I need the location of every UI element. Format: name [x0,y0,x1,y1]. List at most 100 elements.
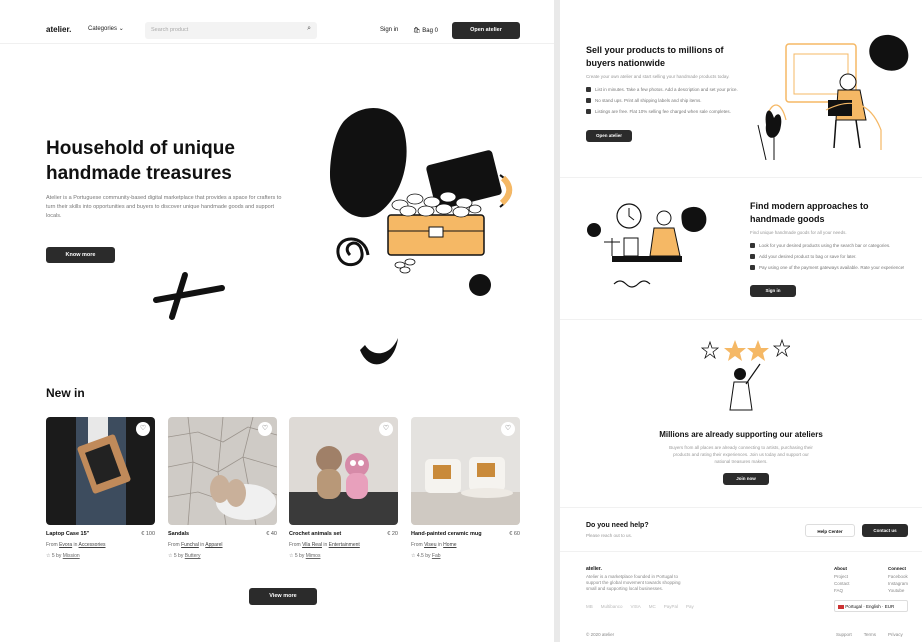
help-title: Do you need help? [586,522,649,529]
payment-methods: MB Multibanco VISA MC PayPal Pay [586,604,694,609]
favorite-heart-icon[interactable]: ♡ [136,422,150,436]
join-now-button[interactable]: Join now [723,473,769,485]
sell-subtitle: Create your own atelier and start sellin… [586,74,730,79]
product-rating: ☆ 5 by Mimos [289,553,321,559]
sell-section: Sell your products to millions of buyers … [560,0,922,178]
new-in-title: New in [46,386,85,400]
shop-link[interactable]: Evora [59,542,72,548]
footer-link[interactable]: Facebook [888,574,908,579]
product-origin: From Funchal in Apparel [168,542,223,548]
footer-logo[interactable]: atelier. [586,566,602,572]
footer-link[interactable]: Project [834,574,850,579]
column-title: Connect [888,566,906,571]
product-name[interactable]: Hand-painted ceramic mug [411,531,482,537]
product-name[interactable]: Laptop Case 15" [46,531,89,537]
search-input[interactable]: Search product ⌕ [145,22,317,39]
view-more-button[interactable]: View more [249,588,317,605]
sign-in-link[interactable]: Sign in [380,27,398,33]
product-card[interactable]: ♡ Sandals € 40 From Funchal in Apparel ☆… [168,417,277,559]
product-price: € 40 [266,531,277,537]
star-icon: ☆ [168,553,173,559]
categories-dropdown[interactable]: Categories ⌄ [88,25,124,32]
product-rating: ☆ 5 by Mission [46,553,80,559]
product-image[interactable]: ♡ [289,417,398,525]
checkbox-icon [750,243,755,248]
bag-link[interactable]: 🛍 Bag 0 [413,27,438,34]
list-item: Listings are free. Flat 10% selling fee … [586,106,738,117]
open-atelier-button[interactable]: Open atelier [452,22,520,39]
find-section: Find modern approaches to handmade goods … [560,178,922,320]
star-icon: ☆ [411,553,416,559]
help-subtitle: Please reach out to us. [586,533,633,538]
shop-link[interactable]: Vila Real [302,542,322,548]
footer-link[interactable]: Youtube [888,588,908,593]
product-rating: ☆ 5 by Buttery [168,553,201,559]
sell-list: List in minutes. Take a few photos. Add … [586,84,738,117]
favorite-heart-icon[interactable]: ♡ [258,422,272,436]
language-selector[interactable]: Portugal · English · EUR [834,600,908,612]
info-page: Sell your products to millions of buyers … [560,0,922,642]
cross-doodle [153,272,225,320]
category-link[interactable]: Home [443,542,456,548]
category-link[interactable]: Accessories [79,542,106,548]
payment-icon: PayPal [663,604,679,609]
product-card[interactable]: ♡ Crochet animals set € 20 From Vila Rea… [289,417,398,559]
product-image[interactable]: ♡ [168,417,277,525]
footer-bottom-links: Support Terms Privacy [836,632,903,637]
support-link[interactable]: Support [836,632,852,637]
spiral-doodle [336,237,370,267]
contact-us-button[interactable]: Contact us [862,524,908,537]
checkbox-icon [586,109,591,114]
product-name[interactable]: Crochet animals set [289,531,341,537]
product-name[interactable]: Sandals [168,531,189,537]
star-icon: ☆ [46,553,51,559]
list-item: No stand ups. Print all shipping labels … [586,95,738,106]
product-origin: From Evora in Accessories [46,542,106,548]
logo[interactable]: atelier. [46,25,71,34]
list-item: Look for your desired products using the… [750,240,920,251]
reviewer-link[interactable]: Mission [63,553,80,559]
open-atelier-button[interactable]: Open atelier [586,130,632,142]
product-price: € 60 [509,531,520,537]
search-placeholder: Search product [151,27,189,33]
terms-link[interactable]: Terms [864,632,876,637]
person-with-clock-illustration [587,203,707,288]
reviewer-link[interactable]: Fab [432,553,441,559]
list-item: Pay using one of the payment gateways av… [750,262,920,273]
top-nav: atelier. Categories ⌄ Search product ⌕ Si… [0,0,554,44]
favorite-heart-icon[interactable]: ♡ [501,422,515,436]
millions-title: Millions are already supporting our atel… [659,430,823,439]
payment-icon: Multibanco [600,604,623,609]
help-center-button[interactable]: Help Center [805,524,855,537]
product-origin: From Vila Real in Entertainment [289,542,360,548]
person-with-stars-illustration [700,338,790,411]
search-icon[interactable]: ⌕ [307,25,311,33]
list-item: Add your desired product to bag or save … [750,251,920,262]
reviewer-link[interactable]: Buttery [185,553,201,559]
shop-link[interactable]: Viseu [424,542,436,548]
home-page: atelier. Categories ⌄ Search product ⌕ Si… [0,0,554,642]
product-image[interactable]: ♡ [46,417,155,525]
footer-link[interactable]: FAQ [834,588,850,593]
category-link[interactable]: Apparel [205,542,222,548]
product-image[interactable]: ♡ [411,417,520,525]
black-dot [469,274,491,296]
know-more-button[interactable]: Know more [46,247,115,263]
favorite-heart-icon[interactable]: ♡ [379,422,393,436]
reviewer-link[interactable]: Mimos [306,553,321,559]
sign-in-button[interactable]: Sign in [750,285,796,297]
footer-link[interactable]: Instagram [888,581,908,586]
find-subtitle: Find unique handmade goods for all your … [750,230,847,235]
privacy-link[interactable]: Privacy [888,632,903,637]
product-price: € 20 [387,531,398,537]
checkbox-icon [750,254,755,259]
payment-icon: MC [648,604,656,609]
payment-icon: VISA [630,604,641,609]
find-title: Find modern approaches to handmade goods [750,201,869,224]
product-card[interactable]: ♡ Hand-painted ceramic mug € 60 From Vis… [411,417,520,559]
shop-link[interactable]: Funchal [181,542,199,548]
product-card[interactable]: ♡ Laptop Case 15" € 100 From Evora in Ac… [46,417,155,559]
footer: atelier. Atelier is a marketplace founde… [560,552,922,642]
category-link[interactable]: Entertainment [329,542,360,548]
footer-link[interactable]: Contact [834,581,850,586]
